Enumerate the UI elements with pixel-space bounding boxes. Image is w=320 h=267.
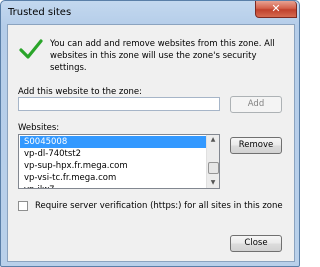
scroll-thumb[interactable] <box>208 162 219 174</box>
website-list-item[interactable]: vp-ilw7 <box>20 184 206 188</box>
close-icon: ✕ <box>271 2 281 15</box>
https-verification-label[interactable]: Require server verification (https:) for… <box>35 201 283 211</box>
add-website-input[interactable] <box>18 97 220 111</box>
https-verification-checkbox[interactable] <box>18 201 28 211</box>
website-list-item[interactable]: vp-vsi-tc.fr.mega.com <box>20 172 206 184</box>
websites-label: Websites: <box>18 123 60 133</box>
dialog-body: You can add and remove websites from thi… <box>7 24 295 262</box>
scroll-down-arrow-icon[interactable]: ▼ <box>207 178 219 188</box>
check-icon <box>19 39 43 59</box>
remove-button[interactable]: Remove <box>230 137 282 154</box>
zone-info-text: You can add and remove websites from thi… <box>50 39 275 73</box>
window-title: Trusted sites <box>8 7 72 18</box>
scroll-up-arrow-icon[interactable]: ▲ <box>207 135 219 145</box>
add-button[interactable]: Add <box>230 96 282 113</box>
websites-list-items: S0045008 vp-dl-740tst2 vp-sup-hpx.fr.mega.… <box>20 136 206 188</box>
website-list-item[interactable]: vp-sup-hpx.fr.mega.com <box>20 160 206 172</box>
website-list-item[interactable]: vp-dl-740tst2 <box>20 148 206 160</box>
add-website-label: Add this website to the zone: <box>18 87 143 97</box>
dialog-window: Trusted sites ✕ You can add and remove w… <box>0 0 300 267</box>
websites-list[interactable]: S0045008 vp-dl-740tst2 vp-sup-hpx.fr.mega.… <box>18 134 220 189</box>
close-button[interactable]: Close <box>230 235 282 252</box>
websites-scrollbar[interactable]: ▲ ▼ <box>206 135 219 188</box>
website-list-item[interactable]: S0045008 <box>20 136 206 148</box>
window-close-button[interactable]: ✕ <box>255 1 297 18</box>
